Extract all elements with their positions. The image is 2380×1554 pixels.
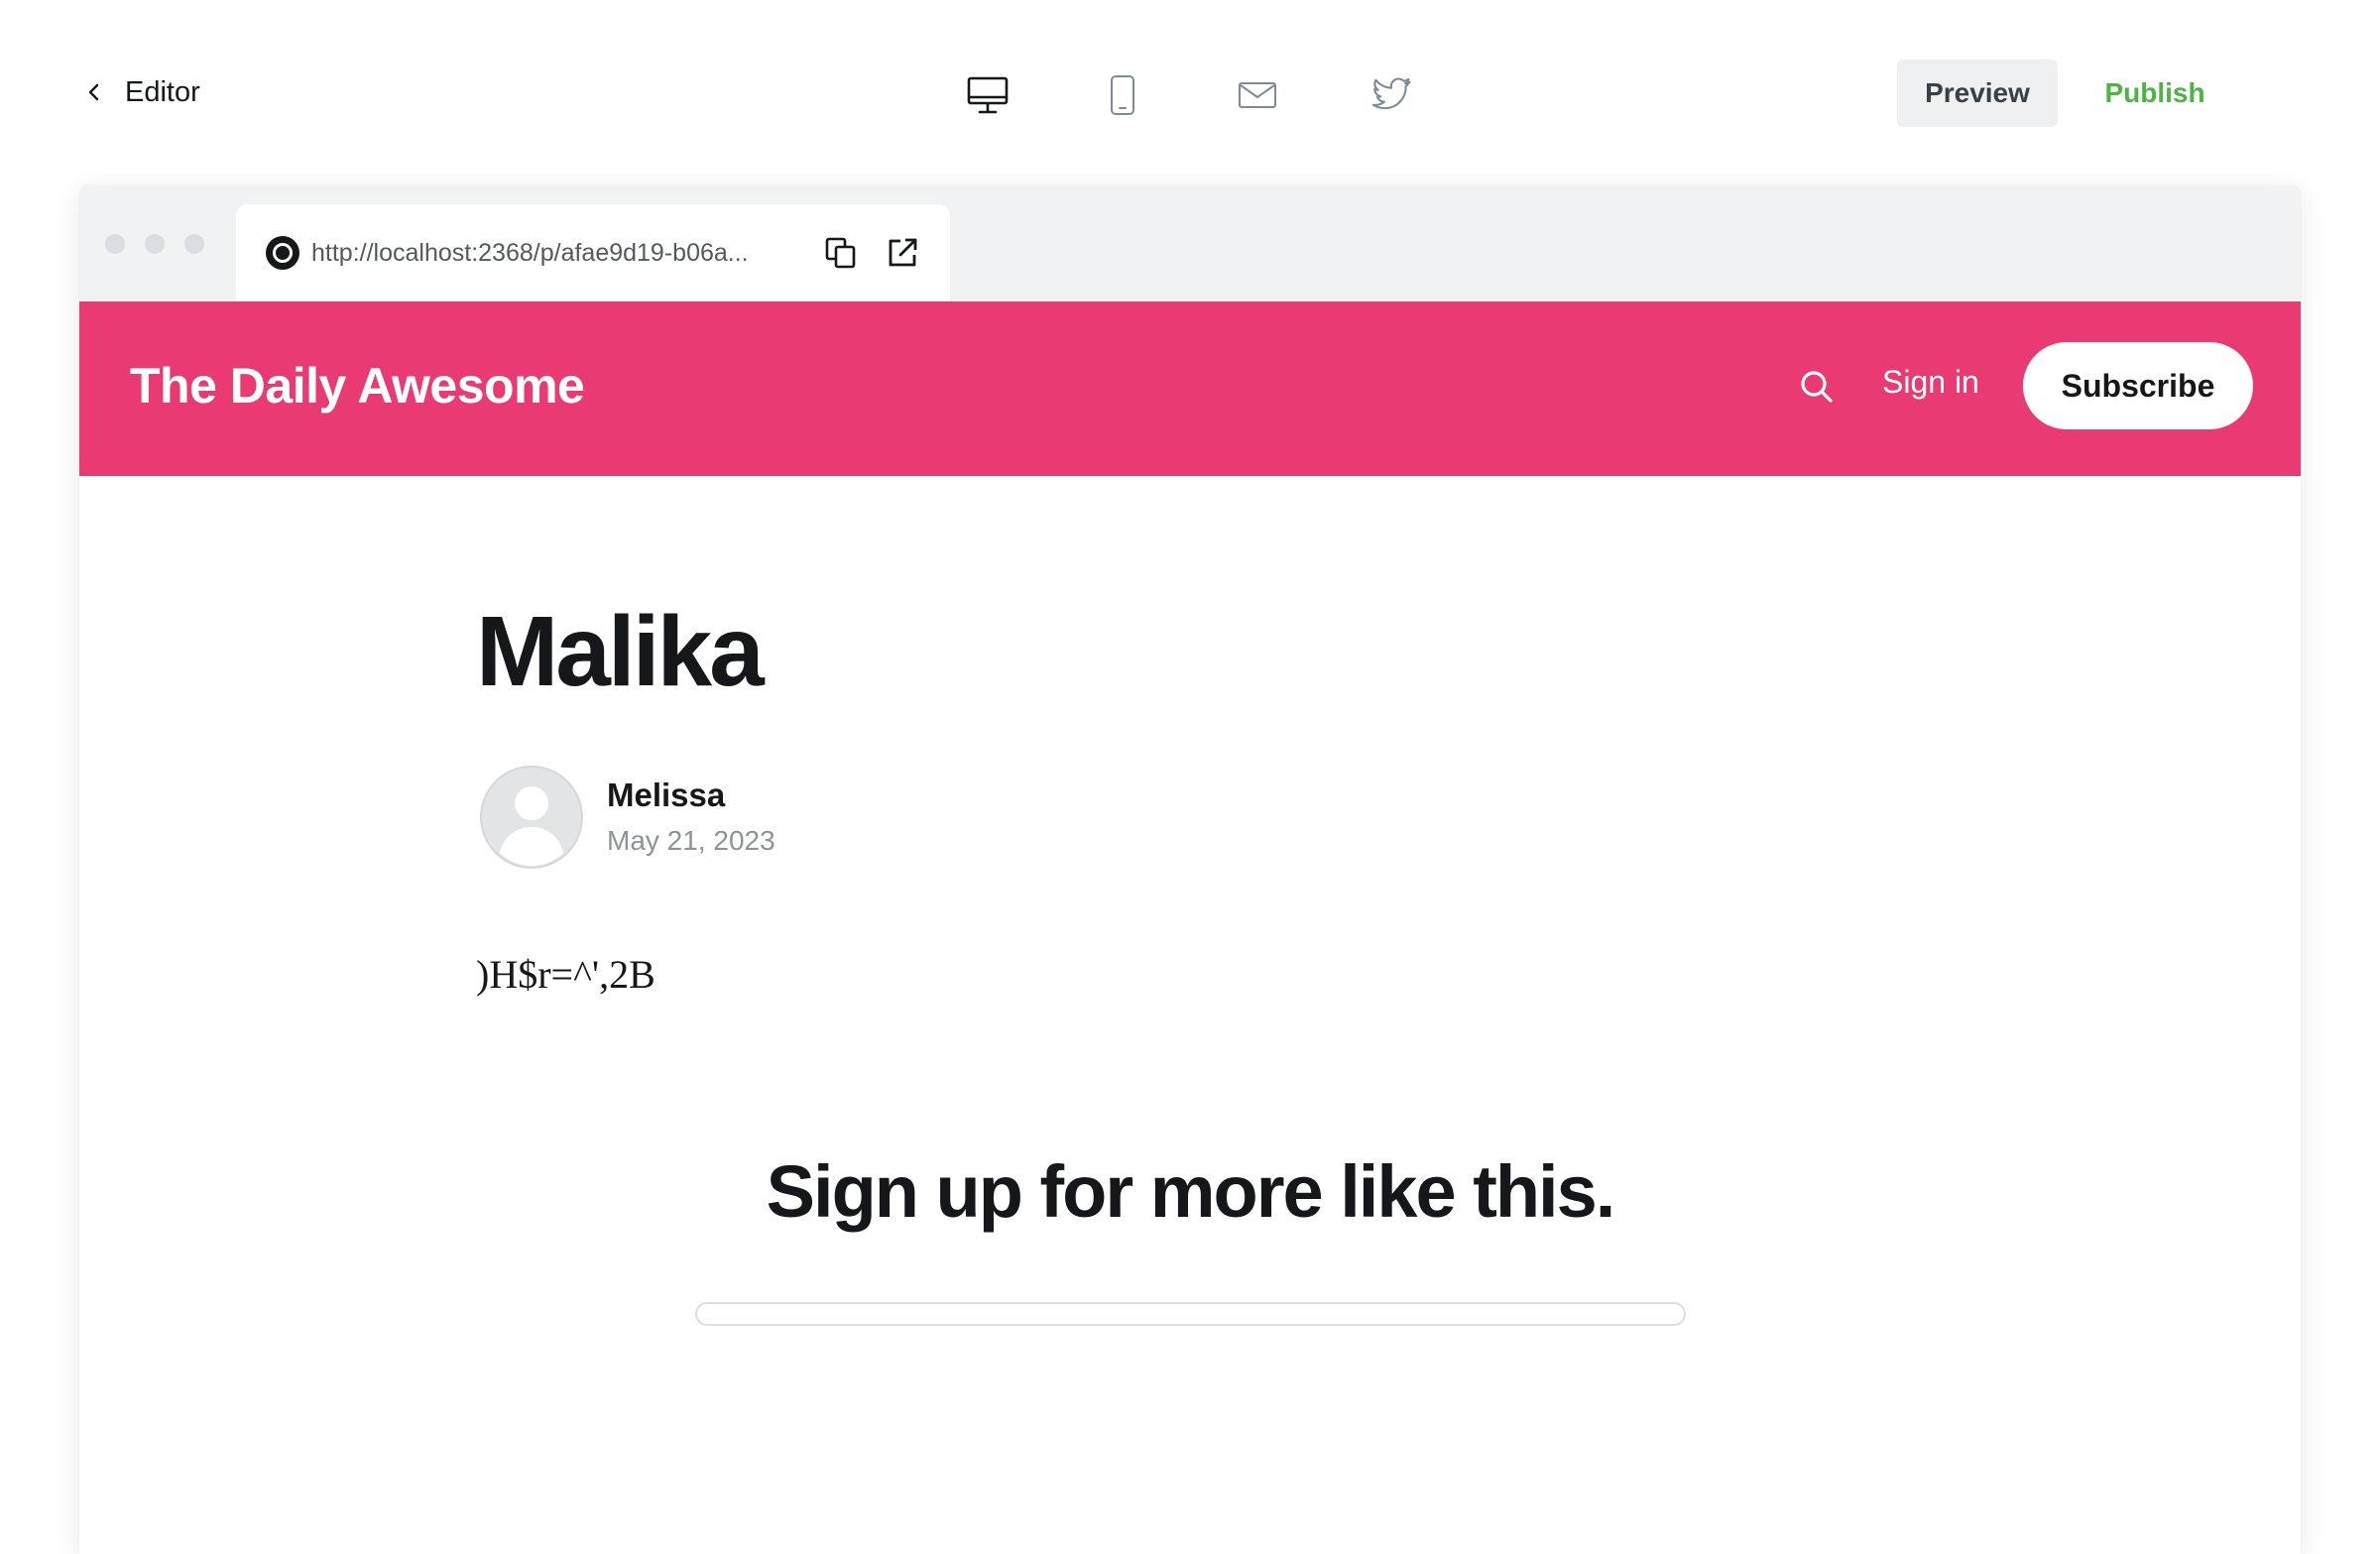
subscribe-button[interactable]: Subscribe [2023,342,2253,429]
author-name[interactable]: Melissa [607,777,725,814]
preview-toolbar: Editor Preview Publish [0,0,2380,184]
sign-in-link[interactable]: Sign in [1882,364,1979,401]
cta-title: Sign up for more like this. [766,1150,1616,1233]
cta-email-input[interactable] [695,1302,1686,1326]
chevron-left-icon [88,83,99,101]
twitter-icon [1371,77,1411,110]
author-avatar[interactable] [480,766,583,869]
url-text[interactable]: http://localhost:2368/p/afae9d19-b06a... [311,239,797,268]
browser-chrome: http://localhost:2368/p/afae9d19-b06a... [79,185,2301,301]
search-icon [1801,371,1833,403]
desktop-view-button[interactable] [952,65,1023,125]
post-title: Malika [476,596,765,707]
back-label: Editor [125,75,200,108]
site-title[interactable]: The Daily Awesome [130,357,585,415]
desktop-icon [967,76,1009,114]
user-placeholder-icon [480,766,583,869]
url-bar: http://localhost:2368/p/afae9d19-b06a... [236,204,950,301]
site-favicon-icon [266,236,299,270]
browser-preview-frame: http://localhost:2368/p/afae9d19-b06a...… [79,185,2301,1554]
open-in-new-tab-button[interactable] [885,235,920,271]
copy-url-button[interactable] [823,235,859,271]
external-link-icon [889,238,917,267]
window-dot [184,234,204,254]
site-header: The Daily Awesome Sign in Subscribe [79,301,2301,476]
window-dot [145,234,165,254]
device-switcher [952,65,1428,125]
preview-button[interactable]: Preview [1897,60,2058,127]
envelope-icon [1239,82,1276,108]
copy-icon [825,237,856,269]
window-dot [105,234,125,254]
site-search-button[interactable] [1789,359,1844,415]
mobile-icon [1111,75,1134,115]
publish-button[interactable]: Publish [2081,60,2229,127]
post-body-text: )H$r=^',2B [476,952,655,997]
twitter-view-button[interactable] [1357,65,1428,125]
email-view-button[interactable] [1222,65,1293,125]
mobile-view-button[interactable] [1087,65,1158,125]
back-to-editor-link[interactable]: Editor [83,69,200,115]
post-date: May 21, 2023 [607,825,775,856]
